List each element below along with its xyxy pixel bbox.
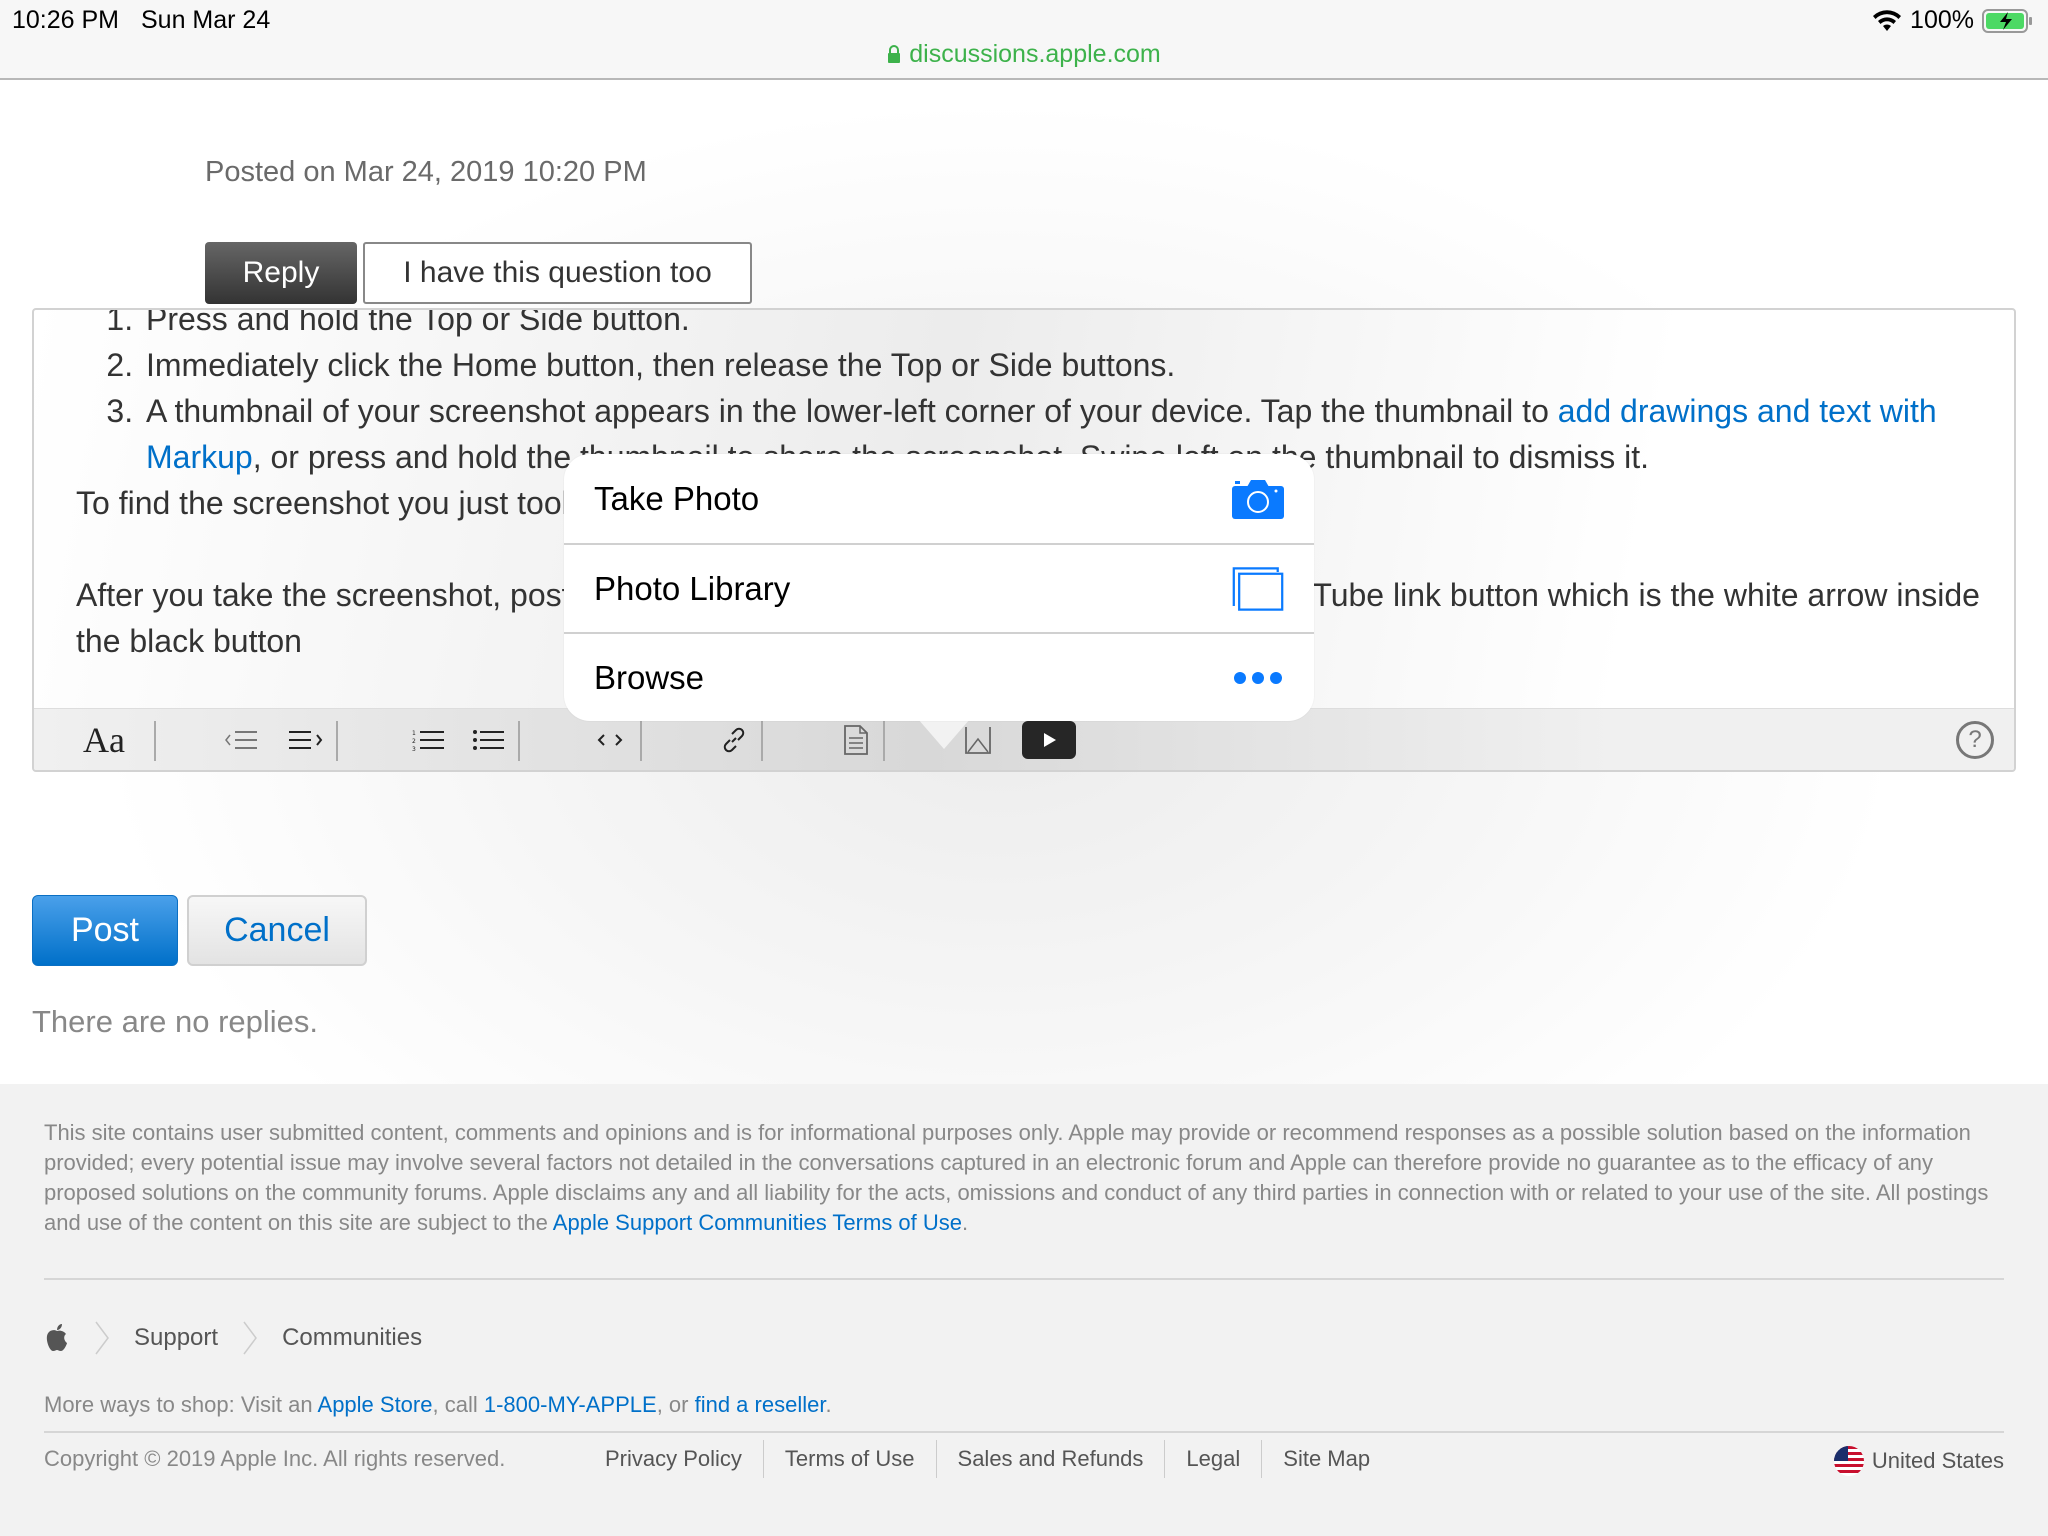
toolbar-divider bbox=[154, 721, 156, 761]
help-button[interactable]: ? bbox=[1956, 721, 1994, 759]
numbered-list-icon: 1 2 3 bbox=[412, 730, 444, 752]
list-item: Press and hold the Top or Side button. bbox=[142, 310, 2014, 342]
toolbar-divider bbox=[336, 721, 338, 761]
locale-selector[interactable]: United States bbox=[1833, 1446, 2004, 1476]
url-text: discussions.apple.com bbox=[909, 40, 1161, 68]
code-button[interactable] bbox=[590, 717, 630, 763]
legal-link[interactable]: Legal bbox=[1164, 1440, 1261, 1478]
wifi-icon bbox=[1873, 9, 1902, 31]
terms-of-use-link[interactable]: Terms of Use bbox=[762, 1440, 936, 1478]
disclaimer: This site contains user submitted conten… bbox=[44, 1118, 2004, 1238]
toolbar-divider bbox=[640, 721, 642, 761]
breadcrumb-support[interactable]: Support bbox=[134, 1324, 218, 1352]
youtube-button[interactable] bbox=[1022, 721, 1076, 759]
battery-charging-icon bbox=[1982, 8, 2032, 33]
status-indicators: 100% bbox=[1872, 6, 2034, 35]
numbered-list-button[interactable]: 1 2 3 bbox=[409, 717, 449, 763]
chevron-right-icon bbox=[243, 1321, 257, 1355]
footer: This site contains user submitted conten… bbox=[0, 1084, 2048, 1536]
disclaimer-end: . bbox=[962, 1210, 969, 1235]
find-reseller-link[interactable]: find a reseller bbox=[695, 1392, 826, 1417]
browse-label: Browse bbox=[594, 658, 705, 696]
bullet-list-button[interactable] bbox=[469, 717, 509, 763]
document-button[interactable] bbox=[836, 717, 876, 763]
code-icon bbox=[597, 734, 623, 746]
have-question-too-button[interactable]: I have this question too bbox=[363, 242, 752, 304]
status-date: Sun Mar 24 bbox=[141, 6, 271, 34]
toolbar-divider bbox=[761, 721, 763, 761]
font-style-button[interactable]: Aa bbox=[74, 717, 134, 763]
chevron-right-icon bbox=[95, 1321, 109, 1355]
terms-of-use-community-link[interactable]: Apple Support Communities Terms of Use bbox=[553, 1210, 962, 1235]
toolbar-divider bbox=[518, 721, 520, 761]
popover-arrow bbox=[918, 719, 970, 749]
indent-icon bbox=[289, 731, 323, 749]
outdent-icon bbox=[225, 731, 257, 749]
more-ways-text: . bbox=[825, 1392, 832, 1417]
copyright: Copyright © 2019 Apple Inc. All rights r… bbox=[44, 1446, 506, 1471]
more-ways-text: More ways to shop: Visit an bbox=[44, 1392, 318, 1417]
browse-option[interactable]: Browse bbox=[564, 632, 1314, 721]
breadcrumb: Support Communities bbox=[44, 1320, 422, 1356]
site-map-link[interactable]: Site Map bbox=[1261, 1440, 1391, 1478]
posted-date: Posted on Mar 24, 2019 10:20 PM bbox=[205, 156, 647, 188]
more-ways-to-shop: More ways to shop: Visit an Apple Store,… bbox=[44, 1392, 832, 1418]
url-bar[interactable]: discussions.apple.com bbox=[0, 40, 2048, 69]
indent-button[interactable] bbox=[284, 717, 330, 763]
phone-link[interactable]: 1-800-MY-APPLE bbox=[484, 1392, 657, 1417]
toolbar-divider bbox=[883, 721, 885, 761]
play-icon bbox=[1044, 733, 1056, 747]
svg-text:1: 1 bbox=[412, 730, 416, 737]
footer-divider bbox=[44, 1278, 2004, 1280]
more-ways-text: , or bbox=[656, 1392, 695, 1417]
list-item-text: A thumbnail of your screenshot appears i… bbox=[146, 393, 1558, 429]
photo-library-label: Photo Library bbox=[594, 569, 791, 607]
take-photo-option[interactable]: Take Photo bbox=[564, 454, 1314, 543]
more-icon bbox=[1234, 671, 1282, 684]
list-item: Immediately click the Home button, then … bbox=[142, 342, 2014, 388]
take-photo-label: Take Photo bbox=[594, 479, 760, 517]
link-icon bbox=[723, 727, 745, 753]
more-ways-text: , call bbox=[432, 1392, 484, 1417]
camera-icon bbox=[1232, 479, 1284, 519]
locale-label: United States bbox=[1871, 1448, 2004, 1473]
reply-button[interactable]: Reply bbox=[205, 242, 357, 304]
outdent-button[interactable] bbox=[220, 717, 266, 763]
status-bar: 10:26 PM Sun Mar 24 100% discussions.app… bbox=[0, 0, 2048, 80]
breadcrumb-communities[interactable]: Communities bbox=[282, 1324, 422, 1352]
svg-text:3: 3 bbox=[412, 746, 416, 752]
link-button[interactable] bbox=[714, 717, 754, 763]
legal-links: Privacy Policy Terms of Use Sales and Re… bbox=[584, 1440, 1391, 1478]
post-button[interactable]: Post bbox=[32, 895, 178, 966]
lock-icon bbox=[888, 45, 901, 63]
bullet-list-icon bbox=[473, 730, 504, 750]
footer-divider bbox=[44, 1431, 2004, 1433]
us-flag-icon bbox=[1833, 1446, 1864, 1476]
photo-library-icon bbox=[1232, 566, 1284, 611]
svg-text:2: 2 bbox=[412, 738, 416, 745]
disclaimer-text: This site contains user submitted conten… bbox=[44, 1120, 1989, 1235]
document-icon bbox=[844, 725, 868, 755]
status-time: 10:26 PM bbox=[12, 6, 120, 34]
cancel-button[interactable]: Cancel bbox=[187, 895, 367, 966]
sales-refunds-link[interactable]: Sales and Refunds bbox=[935, 1440, 1165, 1478]
image-source-popover: Take Photo Photo Library Browse bbox=[564, 454, 1314, 721]
privacy-policy-link[interactable]: Privacy Policy bbox=[584, 1440, 763, 1478]
apple-logo-icon[interactable] bbox=[44, 1323, 70, 1353]
battery-percent: 100% bbox=[1910, 6, 1974, 34]
apple-store-link[interactable]: Apple Store bbox=[318, 1392, 433, 1417]
no-replies-text: There are no replies. bbox=[32, 1004, 319, 1039]
photo-library-option[interactable]: Photo Library bbox=[564, 543, 1314, 632]
